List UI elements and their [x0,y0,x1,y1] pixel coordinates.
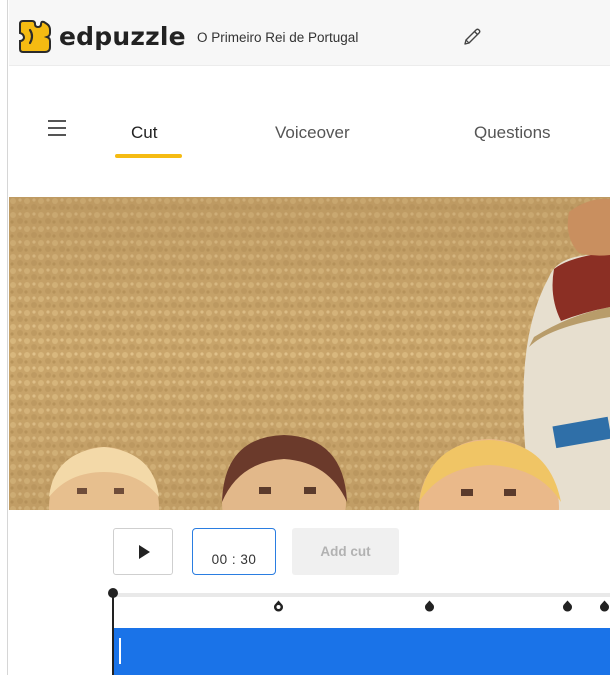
time-value: 00 : 30 [211,552,257,567]
play-icon [139,545,150,559]
playhead-handle[interactable] [108,588,118,598]
window-left-edge [0,0,8,675]
add-cut-label: Add cut [320,544,371,559]
timeline-marker[interactable] [562,600,573,612]
time-input[interactable]: 00 : 30 [192,528,276,575]
timeline-segment[interactable] [113,628,610,675]
playhead-line[interactable] [112,594,114,675]
tab-voiceover[interactable]: Voiceover [275,123,350,143]
timeline-marker-hollow[interactable] [273,600,284,612]
editor-tabs: Cut Voiceover Questions [9,67,610,197]
video-player[interactable] [9,197,610,510]
hamburger-menu-icon[interactable] [48,120,66,136]
video-frame-illustration [9,197,610,510]
timeline-track[interactable] [113,593,610,597]
tab-questions[interactable]: Questions [474,123,551,143]
app-header: edpuzzle O Primeiro Rei de Portugal [9,0,610,66]
tab-cut[interactable]: Cut [131,123,157,143]
video-title: O Primeiro Rei de Portugal [197,30,359,45]
play-button[interactable] [113,528,173,575]
timeline-marker[interactable] [599,600,610,612]
add-cut-button[interactable]: Add cut [292,528,399,575]
pencil-icon[interactable] [461,26,483,48]
timeline-marker[interactable] [424,600,435,612]
cut-controls: 00 : 30 Add cut [9,510,610,675]
segment-start-handle[interactable] [119,638,121,664]
active-tab-indicator [115,154,182,158]
edpuzzle-logo-icon[interactable] [17,20,53,54]
brand-name: edpuzzle [59,22,186,51]
